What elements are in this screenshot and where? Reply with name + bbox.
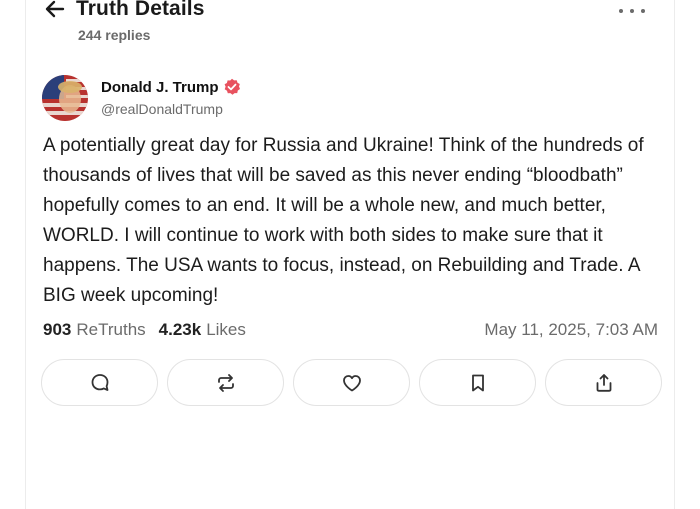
share-button[interactable]: [545, 359, 662, 406]
likes-label: Likes: [206, 320, 246, 339]
page-title: Truth Details: [76, 0, 205, 20]
retruths-count: 903: [43, 320, 72, 339]
bookmark-button[interactable]: [419, 359, 536, 406]
likes-count: 4.23k: [158, 320, 202, 339]
repost-icon: [217, 373, 234, 392]
heart-icon: [342, 374, 361, 391]
comment-icon: [91, 373, 108, 391]
avatar[interactable]: [42, 75, 88, 121]
post-text: A potentially great day for Russia and U…: [43, 135, 644, 306]
more-options-icon[interactable]: [619, 3, 645, 19]
post-timestamp: May 11, 2025, 7:03 AM: [484, 320, 658, 339]
reply-button[interactable]: [41, 359, 158, 406]
verified-badge-icon: [223, 78, 241, 96]
author-info: Donald J. Trump @realDonaldTrump: [101, 78, 241, 117]
author-name[interactable]: Donald J. Trump: [101, 79, 219, 96]
bookmark-icon: [471, 374, 484, 391]
author-handle[interactable]: @realDonaldTrump: [101, 101, 241, 117]
post-stats: 903 ReTruths 4.23k Likes May 11, 2025, 7…: [43, 320, 658, 340]
page-header: Truth Details: [44, 0, 205, 21]
retruth-button[interactable]: [167, 359, 284, 406]
like-button[interactable]: [293, 359, 410, 406]
likes-stat[interactable]: 4.23k Likes: [159, 320, 246, 340]
retruths-stat[interactable]: 903 ReTruths: [43, 320, 146, 340]
back-arrow-icon[interactable]: [44, 0, 66, 20]
action-bar: [41, 359, 671, 406]
reply-count: 244 replies: [78, 27, 151, 43]
share-icon: [596, 373, 611, 392]
retruths-label: ReTruths: [76, 320, 146, 339]
